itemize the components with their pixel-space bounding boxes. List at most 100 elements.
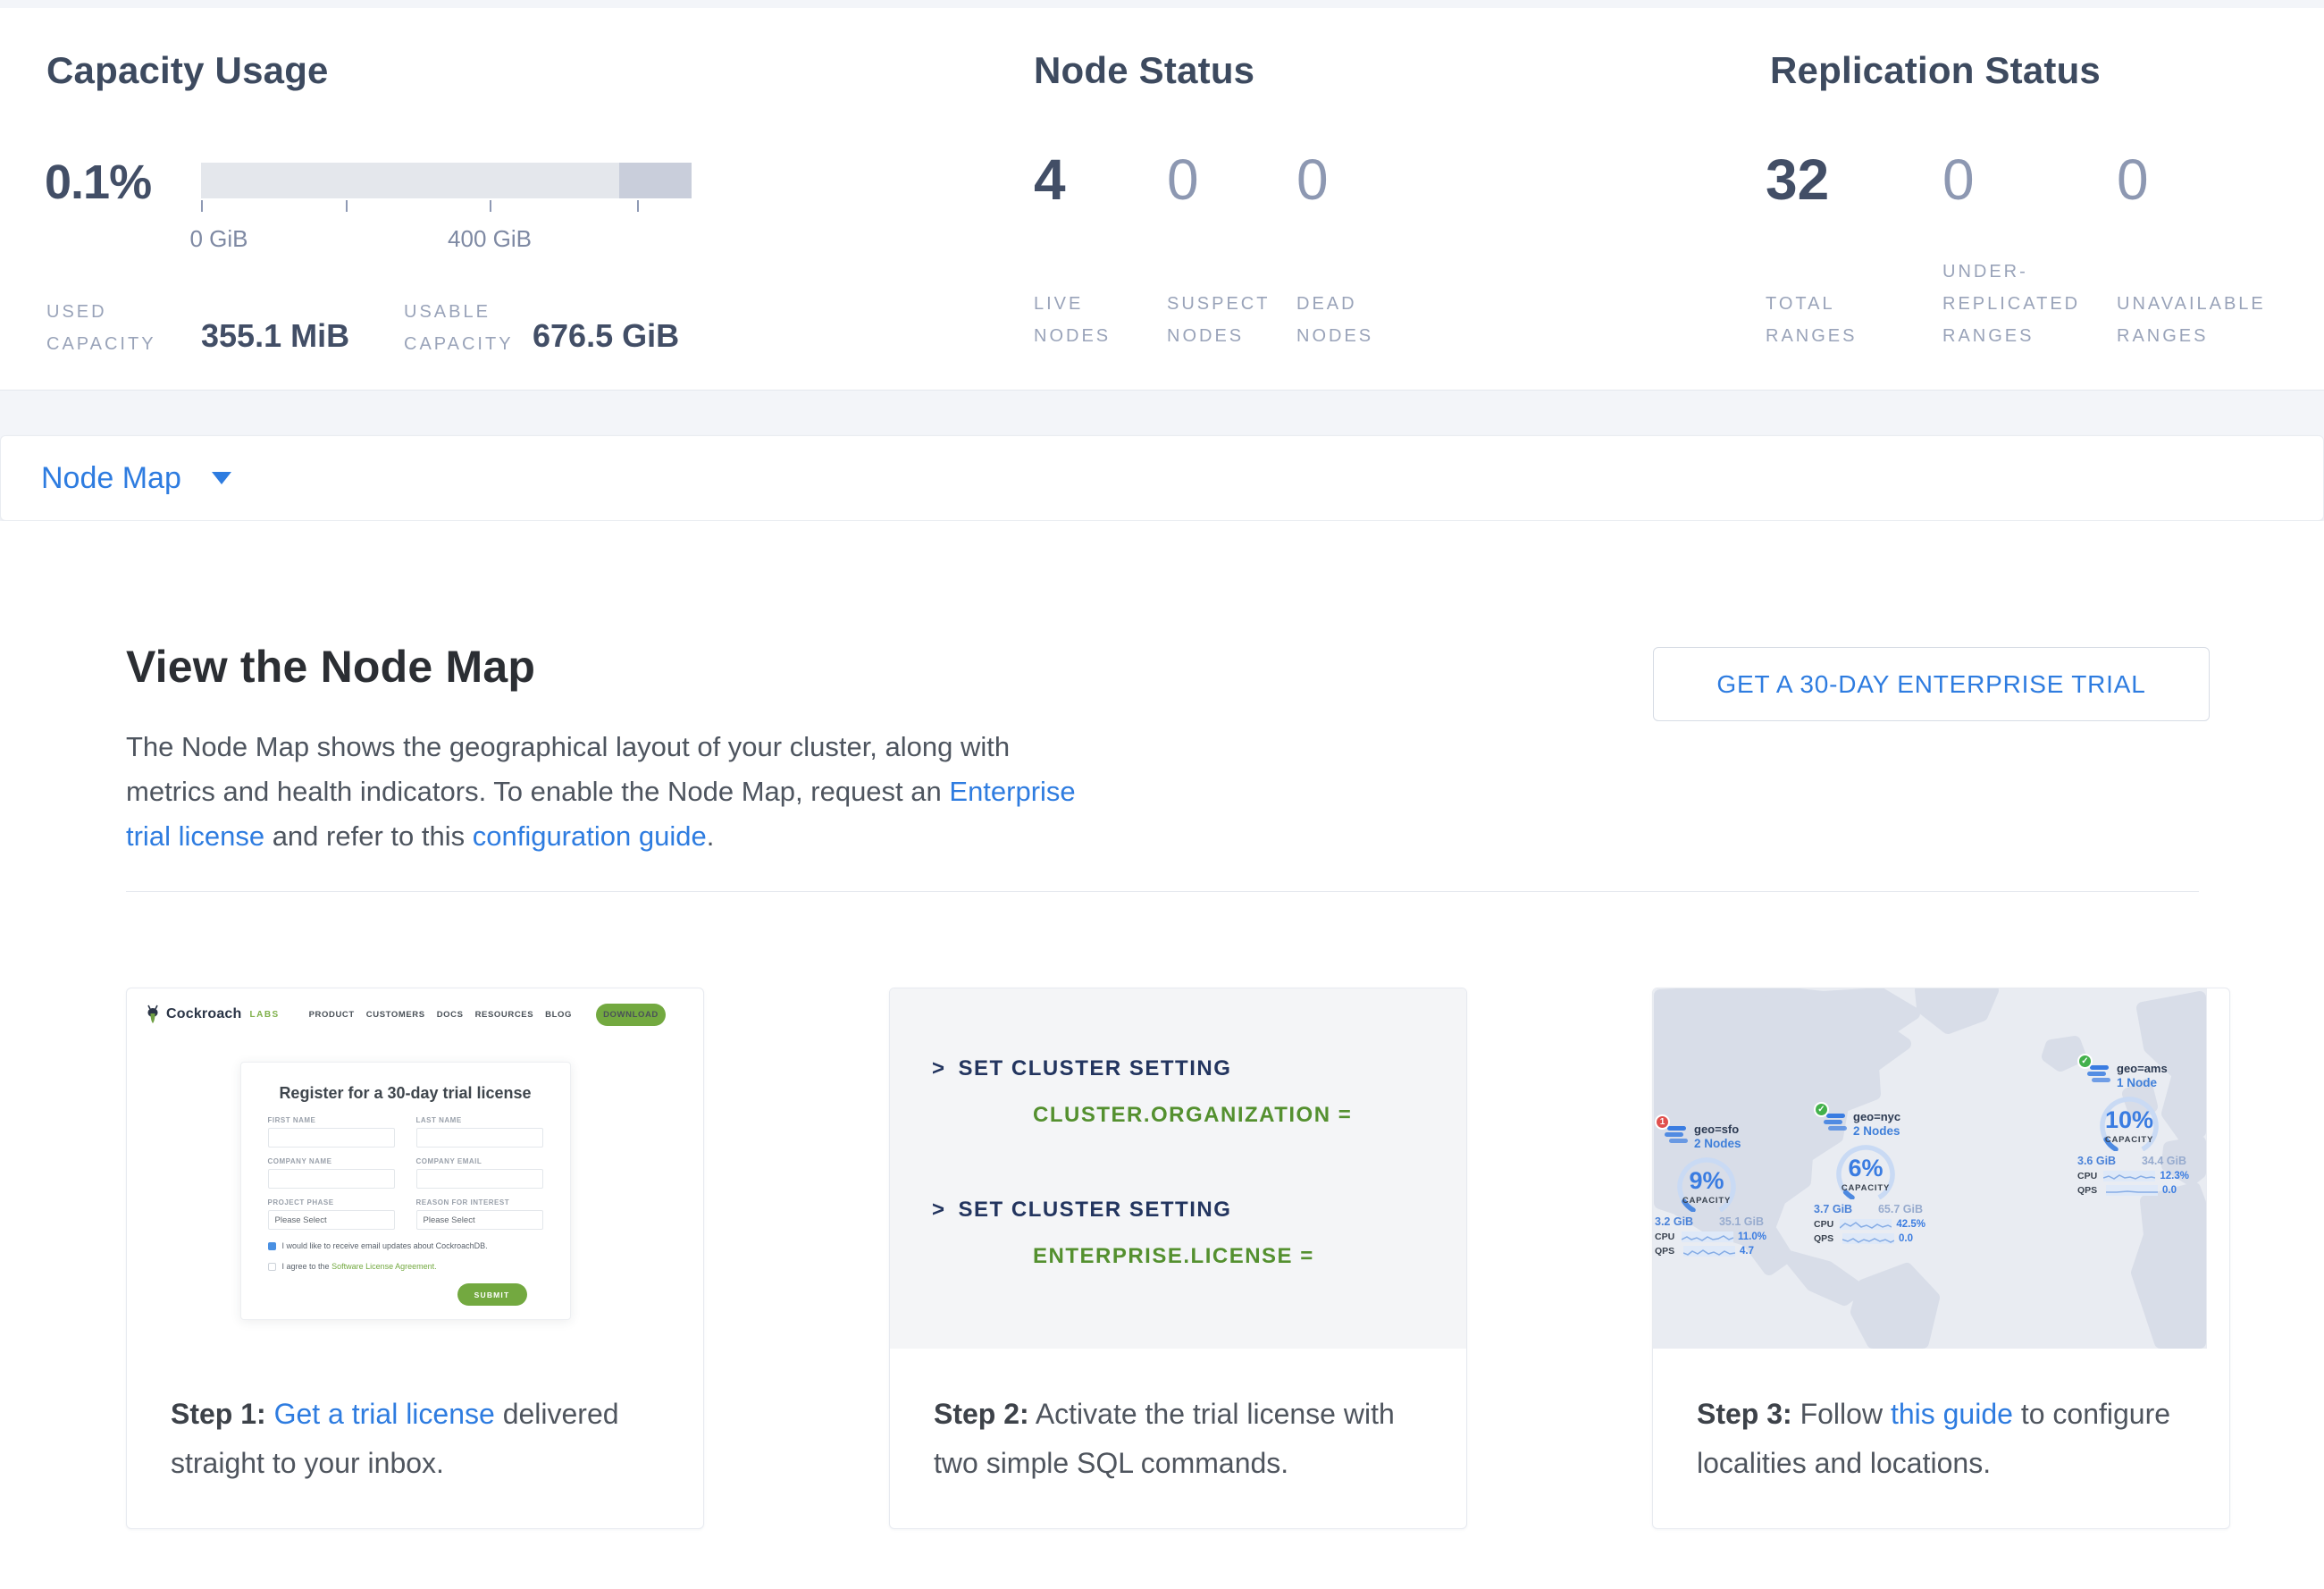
description-text: .	[707, 820, 715, 852]
registration-screenshot: Cockroach LABS PRODUCT CUSTOMERS DOCS RE…	[127, 988, 703, 1349]
cpu-row: CPU 42.5%	[1814, 1219, 1925, 1230]
step1-card: Cockroach LABS PRODUCT CUSTOMERS DOCS RE…	[126, 988, 704, 1529]
chevron-down-icon	[212, 472, 231, 484]
form-fields: FIRST NAME LAST NAME COMPANY NAME C	[268, 1116, 543, 1230]
sql-line: >SET CLUSTER SETTING	[932, 1199, 1466, 1221]
field-label: REASON FOR INTEREST	[416, 1198, 543, 1206]
capacity-bar-segment	[619, 163, 692, 198]
qps-value: 0.0	[2162, 1185, 2177, 1196]
sql-line-setting: ENTERPRISE.LICENSE =	[1033, 1246, 1466, 1267]
locality-widget-ams: ✓ geo=ams 1 Node 10% CAPACITY	[2077, 1062, 2189, 1196]
prompt-icon: >	[932, 1056, 946, 1080]
prompt-icon: >	[932, 1198, 946, 1222]
healthy-badge-icon: ✓	[1814, 1102, 1829, 1117]
nav-item-product: PRODUCT	[309, 1010, 355, 1020]
cockroach-labs-logo: Cockroach LABS	[145, 1005, 280, 1024]
field-label: LAST NAME	[416, 1116, 543, 1124]
axis-tick	[201, 200, 203, 212]
usable-capacity-label: USABLE CAPACITY	[404, 296, 514, 360]
company-name-field: COMPANY NAME	[268, 1157, 395, 1189]
locality-node-count: 2 Nodes	[1853, 1124, 1900, 1139]
checkbox-icon	[268, 1263, 276, 1271]
first-name-field: FIRST NAME	[268, 1116, 395, 1148]
trial-license-form: Register for a 30-day trial license FIRS…	[240, 1062, 571, 1320]
sql-line-setting: CLUSTER.ORGANIZATION =	[1033, 1105, 1466, 1126]
capacity-gauge: 6% CAPACITY	[1814, 1140, 1921, 1199]
submit-button: SUBMIT	[457, 1283, 527, 1306]
sql-line: >SET CLUSTER SETTING	[932, 1058, 1466, 1080]
capacity-caption: CAPACITY	[1814, 1183, 1917, 1193]
capacity-percent: 6%	[1814, 1155, 1917, 1182]
locality-widget-nyc: ✓ geo=nyc 2 Nodes 6% CAPACITY	[1814, 1110, 1925, 1244]
cpu-sparkline	[2103, 1171, 2155, 1181]
capacity-range: 3.6 GiB 34.4 GiB	[2077, 1155, 2186, 1167]
nav-item-customers: CUSTOMERS	[366, 1010, 425, 1020]
project-phase-field: PROJECT PHASE Please Select	[268, 1198, 395, 1230]
qps-label: QPS	[1655, 1246, 1679, 1257]
text-input	[416, 1169, 543, 1189]
select-input: Please Select	[268, 1210, 395, 1230]
step1-caption: Step 1: Get a trial license delivered st…	[127, 1349, 703, 1488]
locality-name: geo=nyc	[1853, 1110, 1900, 1124]
axis-label-400: 400 GiB	[448, 225, 532, 253]
node-map-promo-section: View the Node Map The Node Map shows the…	[0, 521, 2324, 1589]
node-map-description: The Node Map shows the geographical layo…	[126, 725, 1091, 859]
locality-node-count: 2 Nodes	[1694, 1137, 1741, 1151]
qps-value: 0.0	[1899, 1233, 1913, 1244]
replication-status-title: Replication Status	[1770, 49, 2101, 92]
axis-tick	[346, 200, 348, 212]
used-capacity-label: USED CAPACITY	[46, 296, 156, 360]
capacity-caption: CAPACITY	[1655, 1196, 1758, 1206]
total-ranges-label: TOTAL RANGES	[1766, 288, 1853, 352]
configuration-guide-link[interactable]: configuration guide	[473, 820, 707, 852]
get-trial-license-link[interactable]: Get a trial license	[274, 1398, 495, 1430]
suspect-nodes-label: SUSPECT NODES	[1167, 288, 1274, 352]
text-input	[268, 1128, 395, 1148]
this-guide-link[interactable]: this guide	[1891, 1398, 2013, 1430]
qps-sparkline	[2106, 1185, 2158, 1196]
error-badge-icon: 1	[1655, 1114, 1670, 1130]
locality-widget-sfo: 1 geo=sfo 2 Nodes 9% CAPACITY	[1655, 1122, 1766, 1257]
agree-text: I agree to the Software License Agreemen…	[282, 1262, 437, 1271]
locality-name: geo=ams	[2117, 1062, 2168, 1076]
get-enterprise-trial-button[interactable]: GET A 30-DAY ENTERPRISE TRIAL	[1653, 647, 2210, 721]
qps-value: 4.7	[1740, 1246, 1754, 1257]
qps-sparkline	[1683, 1246, 1735, 1257]
capacity-bar-track	[201, 163, 692, 198]
text-input	[268, 1169, 395, 1189]
reason-field: REASON FOR INTEREST Please Select	[416, 1198, 543, 1230]
qps-label: QPS	[2077, 1185, 2102, 1196]
last-name-field: LAST NAME	[416, 1116, 543, 1148]
locality-header: 1 geo=sfo 2 Nodes	[1655, 1122, 1766, 1151]
text-input	[416, 1128, 543, 1148]
axis-label-zero: 0 GiB	[189, 225, 248, 253]
field-label: COMPANY NAME	[268, 1157, 395, 1165]
capacity-used: 3.2 GiB	[1655, 1215, 1693, 1228]
capacity-max: 35.1 GiB	[1719, 1215, 1764, 1228]
cpu-row: CPU 12.3%	[2077, 1171, 2189, 1181]
qps-sparkline	[1842, 1233, 1894, 1244]
step-number: Step 2:	[934, 1398, 1029, 1430]
suspect-nodes-value: 0	[1167, 151, 1274, 208]
used-capacity-value: 355.1 MiB	[201, 317, 349, 355]
database-nodes-icon	[1826, 1114, 1847, 1131]
checkbox-checked-icon	[268, 1242, 276, 1250]
database-nodes-icon	[1667, 1126, 1688, 1143]
form-title: Register for a 30-day trial license	[268, 1084, 543, 1103]
capacity-used: 3.6 GiB	[2077, 1155, 2116, 1167]
under-replicated-label: UNDER- REPLICATED RANGES	[1942, 256, 2041, 352]
step2-caption: Step 2: Activate the trial license with …	[890, 1349, 1466, 1488]
field-label: PROJECT PHASE	[268, 1198, 395, 1206]
cpu-value: 11.0%	[1738, 1232, 1766, 1242]
locality-header: ✓ geo=ams 1 Node	[2077, 1062, 2189, 1090]
view-selector-dropdown[interactable]: Node Map	[0, 435, 2324, 521]
description-text: and refer to this	[273, 820, 465, 852]
license-agreement-link: Software License Agreement.	[331, 1262, 437, 1271]
capacity-gauge: 9% CAPACITY	[1655, 1153, 1762, 1212]
healthy-badge-icon: ✓	[2077, 1054, 2093, 1069]
select-input: Please Select	[416, 1210, 543, 1230]
license-agree-row: I agree to the Software License Agreemen…	[268, 1262, 543, 1271]
capacity-bar: 0 GiB 400 GiB	[201, 163, 692, 198]
cpu-label: CPU	[1655, 1232, 1677, 1242]
cpu-row: CPU 11.0%	[1655, 1232, 1766, 1242]
